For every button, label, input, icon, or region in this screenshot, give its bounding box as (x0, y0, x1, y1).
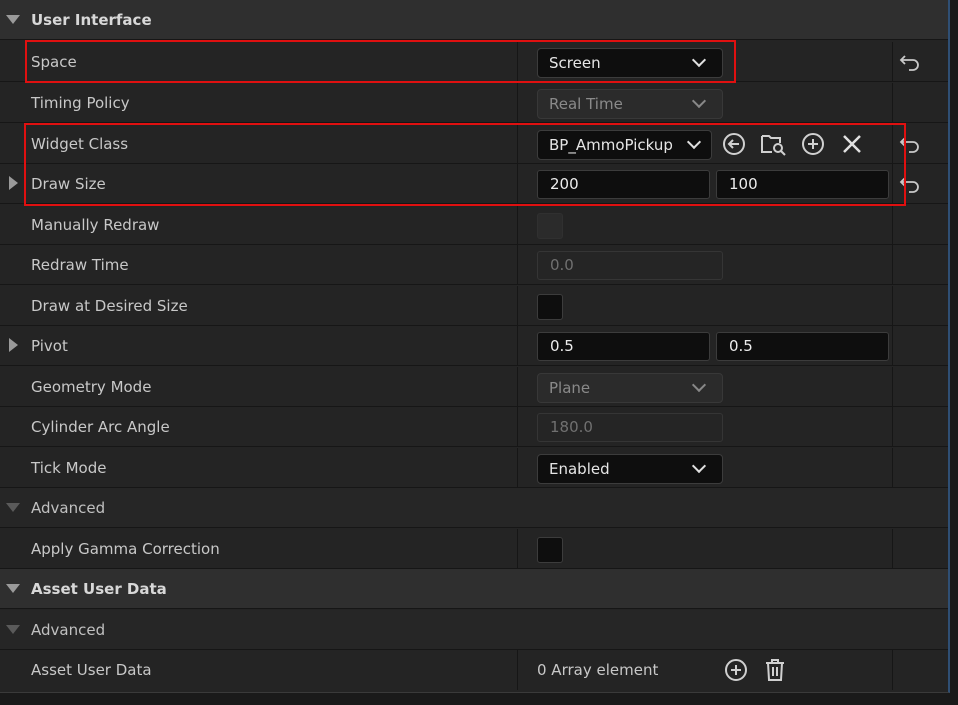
field-value: 0.5 (729, 337, 753, 355)
field-value: 100 (729, 175, 758, 193)
timing-policy-dropdown[interactable]: Real Time (537, 89, 723, 119)
property-row-pivot: Pivot 0.5 0.5 (0, 326, 948, 366)
apply-gamma-correction-checkbox[interactable] (537, 537, 563, 563)
clear-icon[interactable] (839, 131, 865, 157)
reset-to-default-icon[interactable] (899, 134, 921, 154)
property-label: Tick Mode (31, 459, 107, 477)
dropdown-value: Real Time (549, 95, 623, 113)
draw-size-y-field[interactable]: 100 (716, 170, 889, 199)
dropdown-value: Screen (549, 54, 601, 72)
property-row-draw-size: Draw Size 200 100 (0, 164, 948, 204)
chevron-down-icon (691, 377, 707, 393)
property-label: Cylinder Arc Angle (31, 418, 170, 436)
property-label: Draw Size (31, 175, 106, 193)
property-row-timing-policy: Timing Policy Real Time (0, 83, 948, 123)
chevron-down-icon (691, 52, 707, 68)
draw-size-x-field[interactable]: 200 (537, 170, 710, 199)
array-element-count: 0 Array element (537, 661, 659, 679)
property-row-tick-mode: Tick Mode Enabled (0, 448, 948, 488)
browse-asset-icon[interactable] (760, 131, 786, 157)
dropdown-value: Enabled (549, 460, 610, 478)
manually-redraw-checkbox[interactable] (537, 213, 563, 239)
field-value: 0.0 (550, 256, 574, 274)
section-title: Asset User Data (31, 580, 167, 598)
cylinder-arc-angle-field[interactable]: 180.0 (537, 413, 723, 442)
pivot-y-field[interactable]: 0.5 (716, 332, 889, 361)
section-asset-user-data[interactable]: Asset User Data (0, 569, 948, 609)
section-title: User Interface (31, 11, 152, 29)
geometry-mode-dropdown[interactable]: Plane (537, 373, 723, 403)
property-row-apply-gamma-correction: Apply Gamma Correction (0, 529, 948, 569)
expand-arrow-icon[interactable] (9, 338, 18, 352)
redraw-time-field[interactable]: 0.0 (537, 251, 723, 280)
dropdown-value: BP_AmmoPickup (549, 136, 673, 154)
chevron-down-icon (691, 93, 707, 109)
create-new-asset-icon[interactable] (800, 131, 826, 157)
property-label: Geometry Mode (31, 378, 152, 396)
field-value: 200 (550, 175, 579, 193)
property-label: Asset User Data (31, 661, 152, 679)
collapse-arrow-icon[interactable] (6, 15, 20, 24)
property-label: Redraw Time (31, 256, 129, 274)
add-element-icon[interactable] (723, 657, 749, 683)
property-label: Widget Class (31, 135, 129, 153)
field-value: 0.5 (550, 337, 574, 355)
chevron-down-icon (691, 458, 707, 474)
field-value: 180.0 (550, 418, 593, 436)
property-row-asset-user-data: Asset User Data 0 Array element (0, 650, 948, 690)
subsection-title: Advanced (31, 621, 106, 639)
widget-class-dropdown[interactable]: BP_AmmoPickup (537, 130, 712, 160)
trash-icon[interactable] (762, 657, 788, 683)
tick-mode-dropdown[interactable]: Enabled (537, 454, 723, 484)
subsection-asset-advanced[interactable]: Advanced (0, 610, 948, 650)
property-row-geometry-mode: Geometry Mode Plane (0, 367, 948, 407)
chevron-down-icon (686, 134, 702, 150)
property-row-widget-class: Widget Class BP_AmmoPickup (0, 124, 948, 164)
subsection-advanced[interactable]: Advanced (0, 488, 948, 528)
reset-to-default-icon[interactable] (899, 174, 921, 194)
property-row-space: Space Screen (0, 42, 948, 82)
property-row-manually-redraw: Manually Redraw (0, 205, 948, 245)
draw-at-desired-size-checkbox[interactable] (537, 294, 563, 320)
property-label: Timing Policy (31, 94, 130, 112)
details-panel: User Interface Space Screen Timing Polic… (0, 0, 950, 693)
reset-to-default-icon[interactable] (899, 52, 921, 72)
property-label: Apply Gamma Correction (31, 540, 220, 558)
property-label: Manually Redraw (31, 216, 160, 234)
property-label: Draw at Desired Size (31, 297, 188, 315)
dropdown-value: Plane (549, 379, 591, 397)
collapse-arrow-icon[interactable] (6, 503, 20, 512)
collapse-arrow-icon[interactable] (6, 625, 20, 634)
pivot-x-field[interactable]: 0.5 (537, 332, 710, 361)
use-selected-asset-icon[interactable] (721, 131, 747, 157)
collapse-arrow-icon[interactable] (6, 584, 20, 593)
property-row-cylinder-arc-angle: Cylinder Arc Angle 180.0 (0, 407, 948, 447)
subsection-title: Advanced (31, 499, 106, 517)
property-row-redraw-time: Redraw Time 0.0 (0, 245, 948, 285)
property-label: Pivot (31, 337, 68, 355)
property-row-draw-at-desired-size: Draw at Desired Size (0, 286, 948, 326)
property-label: Space (31, 53, 77, 71)
space-dropdown[interactable]: Screen (537, 48, 723, 78)
expand-arrow-icon[interactable] (9, 176, 18, 190)
section-user-interface[interactable]: User Interface (0, 0, 948, 40)
